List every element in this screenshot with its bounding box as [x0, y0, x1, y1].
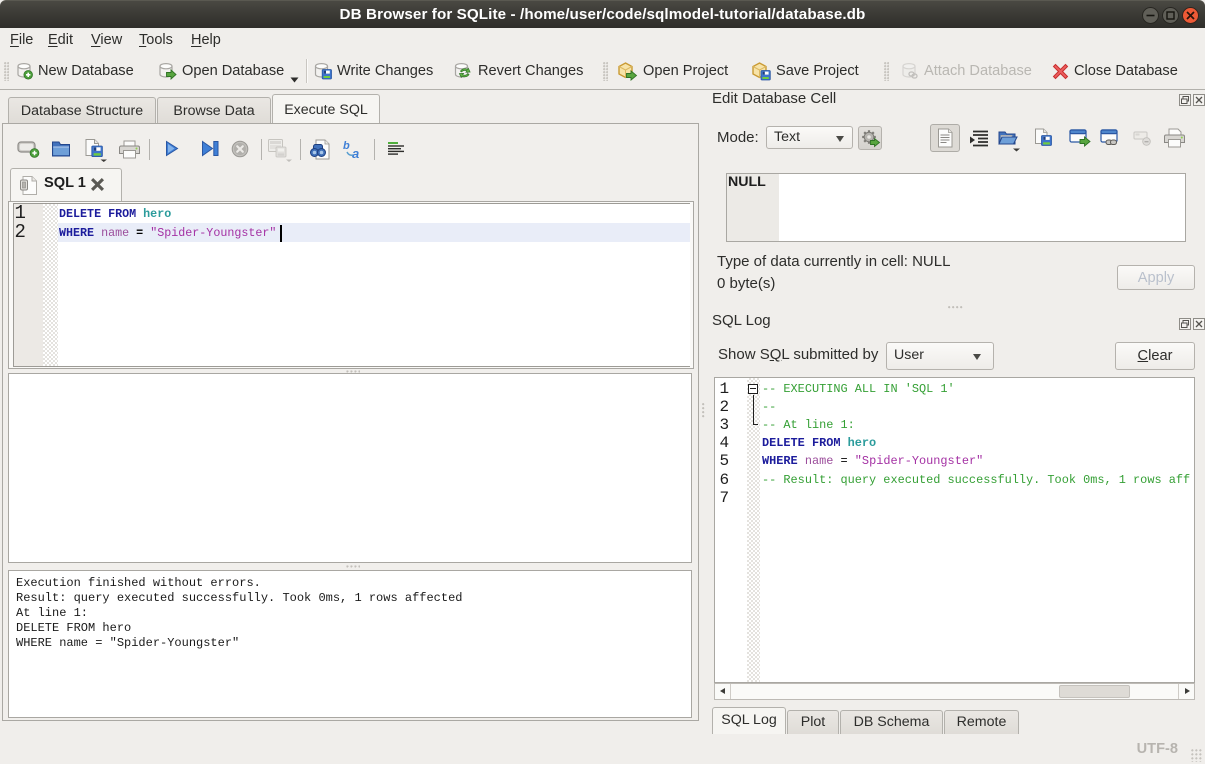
svg-text:b: b — [343, 140, 350, 152]
svg-text:a: a — [352, 146, 359, 160]
